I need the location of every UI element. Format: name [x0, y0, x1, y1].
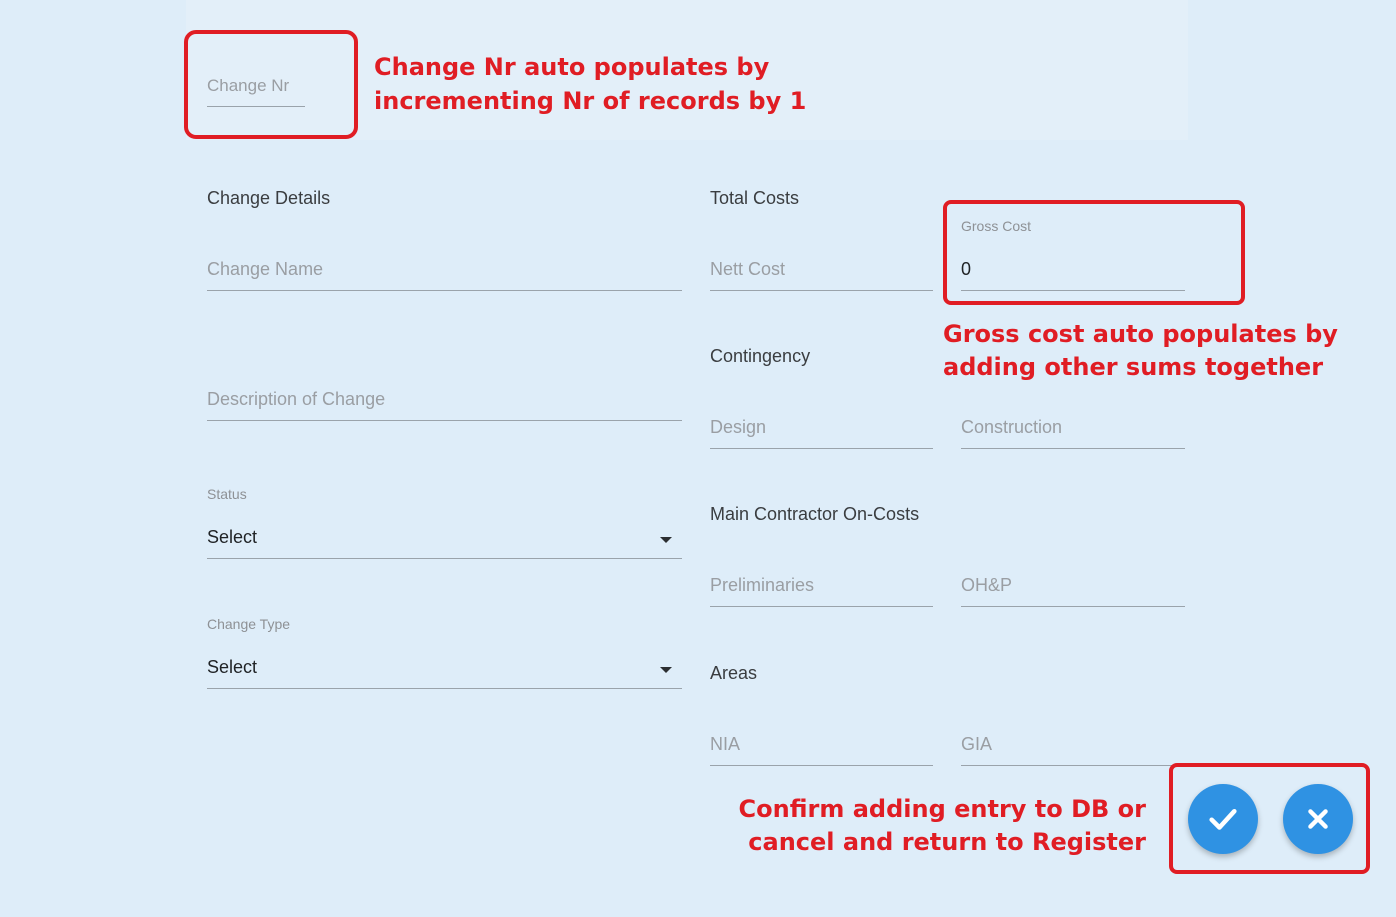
gross-cost-highlight-box	[943, 200, 1245, 305]
change-nr-highlight-box	[184, 30, 358, 139]
confirm-button[interactable]	[1188, 784, 1258, 854]
main-contractor-title: Main Contractor On-Costs	[710, 504, 920, 524]
design-placeholder: Design	[710, 417, 767, 437]
check-icon	[1209, 808, 1237, 830]
ohp-placeholder: OH&P	[961, 575, 1013, 595]
change-nr-annotation-line1: Change Nr auto populates by	[374, 53, 770, 81]
construction-field[interactable]: Construction	[961, 417, 1185, 449]
change-nr-annotation-line2: incrementing Nr of records by 1	[374, 87, 807, 115]
total-costs-title: Total Costs	[710, 188, 800, 208]
contingency-title: Contingency	[710, 346, 811, 366]
change-type-value: Select	[207, 657, 258, 677]
actions-annotation-line2: cancel and return to Register	[748, 828, 1146, 856]
gross-cost-annotation: Gross cost auto populates by adding othe…	[943, 318, 1338, 384]
cancel-button[interactable]	[1283, 784, 1353, 854]
nett-cost-placeholder: Nett Cost	[710, 259, 786, 279]
actions-annotation: Confirm adding entry to DB or cancel and…	[739, 793, 1146, 859]
close-icon	[1308, 809, 1328, 829]
preliminaries-field[interactable]: Preliminaries	[710, 575, 933, 607]
ohp-field[interactable]: OH&P	[961, 575, 1185, 607]
gia-placeholder: GIA	[961, 734, 993, 754]
chevron-down-icon	[660, 667, 672, 673]
status-value: Select	[207, 527, 258, 547]
description-field[interactable]: Description of Change	[207, 389, 682, 421]
nia-field[interactable]: NIA	[710, 734, 933, 766]
design-field[interactable]: Design	[710, 417, 933, 449]
change-details-title: Change Details	[207, 188, 331, 208]
areas-title: Areas	[710, 663, 758, 683]
change-name-field[interactable]: Change Name	[207, 259, 682, 291]
change-nr-annotation: Change Nr auto populates by incrementing…	[374, 50, 806, 118]
change-type-select[interactable]: Select	[207, 657, 682, 689]
actions-annotation-line1: Confirm adding entry to DB or	[738, 795, 1146, 823]
preliminaries-placeholder: Preliminaries	[710, 575, 815, 595]
description-placeholder: Description of Change	[207, 389, 386, 409]
construction-placeholder: Construction	[961, 417, 1063, 437]
change-name-placeholder: Change Name	[207, 259, 324, 279]
gia-field[interactable]: GIA	[961, 734, 1185, 766]
status-select[interactable]: Select	[207, 527, 682, 559]
change-type-label: Change Type	[207, 616, 291, 632]
status-label: Status	[207, 486, 247, 502]
gross-cost-annotation-line2: adding other sums together	[943, 353, 1324, 381]
nett-cost-field[interactable]: Nett Cost	[710, 259, 933, 291]
gross-cost-annotation-line1: Gross cost auto populates by	[943, 320, 1338, 348]
nia-placeholder: NIA	[710, 734, 741, 754]
chevron-down-icon	[660, 537, 672, 543]
